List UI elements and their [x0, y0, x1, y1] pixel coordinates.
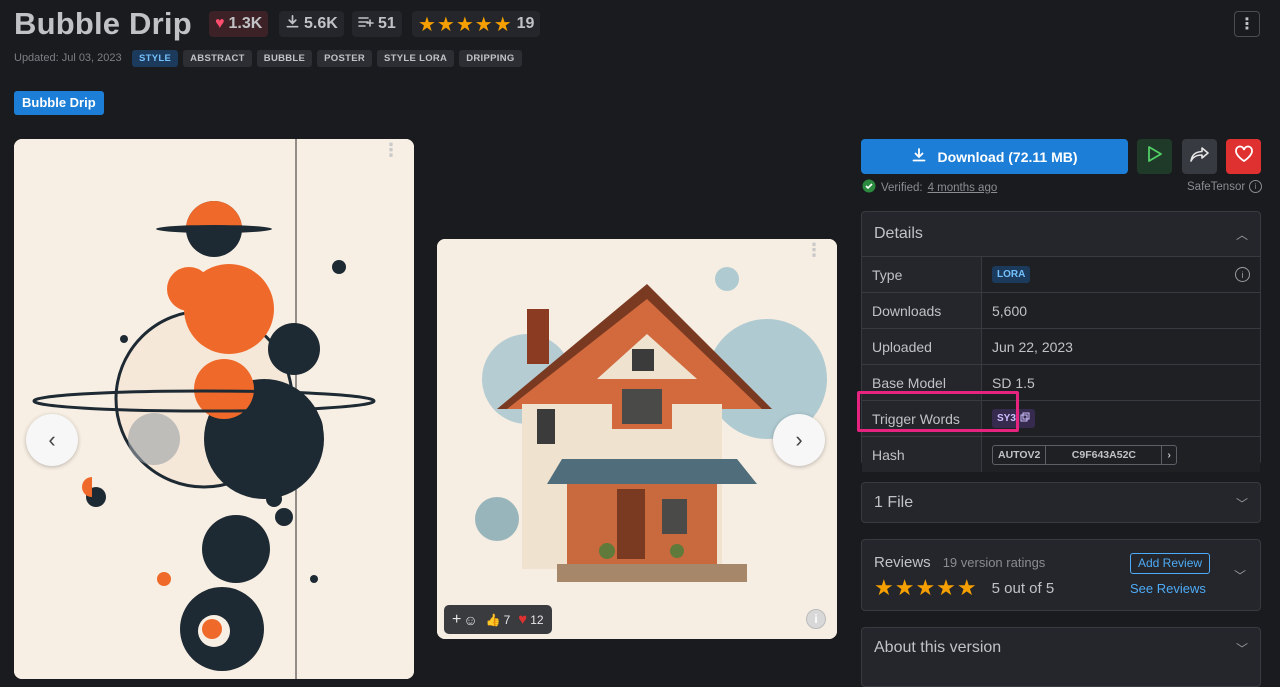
download-icon	[911, 147, 927, 166]
image-info-icon[interactable]: i	[806, 609, 826, 629]
image-menu-icon-2[interactable]: ⋮	[805, 241, 823, 259]
more-options-button[interactable]: ⋮	[1234, 11, 1260, 37]
image-menu-icon[interactable]: ⋮	[382, 141, 400, 159]
carousel-next-button[interactable]: ›	[773, 414, 825, 466]
download-label: Download (72.11 MB)	[937, 148, 1078, 165]
reviews-count: 19 version ratings	[942, 555, 1046, 570]
tag-abstract[interactable]: ABSTRACT	[183, 50, 252, 67]
page-title: Bubble Drip	[14, 6, 192, 41]
tag-list: STYLE ABSTRACT BUBBLE POSTER STYLE LORA …	[132, 50, 522, 67]
add-review-button[interactable]: Add Review	[1130, 553, 1211, 574]
copy-icon	[1020, 412, 1030, 425]
safetensor-label: SafeTensor i	[1187, 180, 1263, 193]
files-label: 1 File	[874, 494, 914, 511]
thumbs-up-icon: 👍	[485, 612, 501, 627]
about-label: About this version	[874, 639, 1002, 656]
chevron-down-icon: ﹀	[1235, 496, 1248, 511]
comment-icon	[358, 15, 374, 34]
downloads-count: 5.6K	[304, 15, 338, 32]
detail-key: Downloads	[862, 293, 982, 328]
kebab-icon: ⋮	[1239, 16, 1255, 33]
detail-row-downloads: Downloads 5,600	[862, 293, 1260, 329]
details-title: Details	[874, 225, 923, 242]
thumbs-up-reaction[interactable]: 👍 7	[486, 613, 511, 627]
verified-date-link[interactable]: 4 months ago	[928, 182, 998, 194]
detail-key: Uploaded	[862, 329, 982, 364]
detail-key: Type	[862, 257, 982, 292]
safetensor-text: SafeTensor	[1187, 180, 1246, 193]
download-icon	[285, 14, 300, 34]
carousel-prev-button[interactable]: ‹	[26, 414, 78, 466]
tag-style[interactable]: STYLE	[132, 50, 179, 67]
chevron-down-icon: ﹀	[1235, 641, 1248, 656]
detail-key: Hash	[862, 437, 982, 472]
share-icon	[1189, 146, 1210, 167]
chevron-up-icon: ︿	[1235, 227, 1248, 242]
detail-value: 5,600	[982, 293, 1260, 328]
chevron-left-icon: ‹	[48, 427, 56, 452]
comments-count: 51	[378, 15, 396, 32]
plus-icon: +	[452, 610, 462, 628]
files-panel[interactable]: 1 File ﹀	[861, 482, 1261, 523]
heart-count: 12	[530, 612, 544, 627]
detail-value: Jun 22, 2023	[982, 329, 1260, 364]
run-button[interactable]	[1137, 139, 1172, 174]
abstract-planet-artwork	[14, 139, 414, 679]
updated-date: Updated: Jul 03, 2023	[14, 52, 122, 64]
detail-value: AUTOV2 C9F643A52C ›	[982, 437, 1260, 472]
about-version-panel[interactable]: About this version ﹀	[861, 627, 1261, 687]
hash-type: AUTOV2	[998, 448, 1041, 461]
type-badge: LORA	[992, 266, 1031, 283]
thumbs-up-count: 7	[503, 612, 511, 627]
reactions-bar: + ☺ 👍 7 ♥ 12	[444, 605, 552, 634]
tag-poster[interactable]: POSTER	[317, 50, 373, 67]
heart-icon	[1234, 145, 1254, 168]
chevron-right-icon: ›	[795, 427, 803, 452]
detail-row-uploaded: Uploaded Jun 22, 2023	[862, 329, 1260, 365]
chevron-right-icon: ›	[1167, 448, 1171, 461]
tag-style-lora[interactable]: STYLE LORA	[377, 50, 455, 67]
hash-value: C9F643A52C	[1045, 445, 1163, 464]
detail-row-hash: Hash AUTOV2 C9F643A52C ›	[862, 437, 1260, 472]
play-icon	[1147, 145, 1163, 168]
share-button[interactable]	[1182, 139, 1217, 174]
smiley-icon: ☺	[463, 611, 478, 628]
shield-check-icon	[862, 179, 876, 196]
rating-stars: ★★★★★	[418, 13, 513, 36]
detail-row-type: Type LORA i	[862, 257, 1260, 293]
info-icon[interactable]: i	[1235, 267, 1250, 282]
gallery-image-1[interactable]: ⋮	[14, 139, 414, 679]
heart-icon: ♥	[215, 15, 225, 32]
likes-count: 1.3K	[228, 15, 263, 32]
downloads-stat: 5.6K	[279, 11, 344, 37]
reviews-score: 5 out of 5	[991, 579, 1055, 597]
rating-stat[interactable]: ★★★★★ 19	[412, 11, 541, 37]
detail-value: SY3	[982, 401, 1260, 436]
add-reaction-button[interactable]: + ☺	[452, 611, 478, 629]
reviews-title: Reviews	[874, 554, 931, 571]
version-button[interactable]: Bubble Drip	[14, 91, 104, 115]
download-button[interactable]: Download (72.11 MB)	[861, 139, 1128, 174]
info-icon[interactable]: i	[1249, 180, 1263, 193]
favorite-button[interactable]	[1226, 139, 1261, 174]
detail-value: LORA i	[982, 257, 1260, 292]
details-header[interactable]: Details ︿	[862, 212, 1260, 257]
verified-label: Verified:	[881, 181, 923, 194]
reviews-panel: Reviews 19 version ratings ★★★★★ 5 out o…	[861, 539, 1261, 611]
rating-count: 19	[516, 15, 535, 32]
tag-bubble[interactable]: BUBBLE	[256, 50, 313, 67]
trigger-words-highlight	[857, 391, 1019, 432]
reviews-stars: ★★★★★	[874, 575, 978, 600]
hash-selector[interactable]: AUTOV2 C9F643A52C ›	[992, 444, 1177, 465]
heart-icon: ♥	[518, 611, 528, 628]
detail-value: SD 1.5	[982, 365, 1260, 400]
verified-status: Verified: 4 months ago	[862, 179, 997, 196]
heart-reaction[interactable]: ♥ 12	[518, 611, 543, 628]
likes-stat[interactable]: ♥ 1.3K	[209, 11, 269, 37]
comments-stat[interactable]: 51	[352, 11, 402, 37]
tag-dripping[interactable]: DRIPPING	[459, 50, 522, 67]
see-reviews-link[interactable]: See Reviews	[1130, 581, 1206, 596]
chevron-down-icon[interactable]: ﹀	[1234, 567, 1246, 584]
